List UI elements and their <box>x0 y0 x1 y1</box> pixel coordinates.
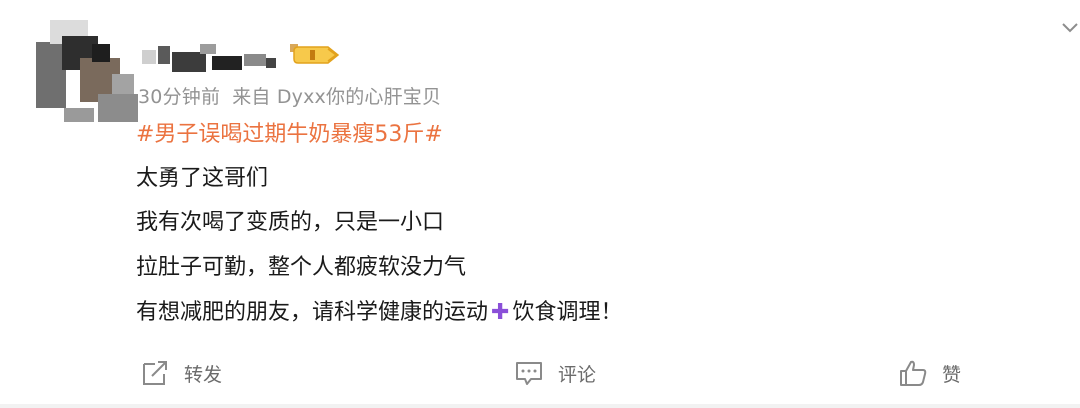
share-icon <box>143 361 167 385</box>
repost-label: 转发 <box>184 363 223 386</box>
post-text-line-4: 有想减肥的朋友，请科学健康的运动 ✚ 饮食调理！ <box>136 294 622 326</box>
divider <box>0 404 1080 408</box>
topic-hashtag[interactable]: #男子误喝过期牛奶暴瘦53斤# <box>136 116 443 148</box>
plus-icon: ✚ <box>491 300 510 325</box>
chevron-down-icon[interactable] <box>1060 18 1080 38</box>
post-text-line-3: 拉肚子可勤，整个人都疲软没力气 <box>136 255 467 280</box>
like-label: 赞 <box>942 363 962 386</box>
like-button[interactable]: 赞 <box>898 350 961 396</box>
username[interactable] <box>140 38 300 74</box>
post-text-line-4-head: 有想减肥的朋友，请科学健康的运动 <box>136 300 489 325</box>
comment-label: 评论 <box>558 363 597 386</box>
post-text-line-1: 太勇了这哥们 <box>136 166 269 191</box>
comment-icon <box>516 362 542 385</box>
post-source[interactable]: 来自 Dyxx你的心肝宝贝 <box>232 86 441 108</box>
post-text-line-4-tail: 饮食调理！ <box>512 300 623 325</box>
action-bar: 转发 评论 赞 <box>0 350 1080 396</box>
vip-badge-icon <box>293 46 340 64</box>
avatar[interactable] <box>28 14 140 126</box>
post-meta: 30分钟前 来自 Dyxx你的心肝宝贝 <box>138 82 441 109</box>
comment-button[interactable]: 评论 <box>514 350 596 396</box>
post-text-line-2: 我有次喝了变质的，只是一小口 <box>136 210 445 235</box>
post-time: 30分钟前 <box>138 86 221 108</box>
weibo-post-card: 30分钟前 来自 Dyxx你的心肝宝贝 #男子误喝过期牛奶暴瘦53斤# 太勇了这哥… <box>0 0 1080 408</box>
thumbs-up-icon <box>900 360 927 386</box>
repost-button[interactable]: 转发 <box>140 350 222 396</box>
